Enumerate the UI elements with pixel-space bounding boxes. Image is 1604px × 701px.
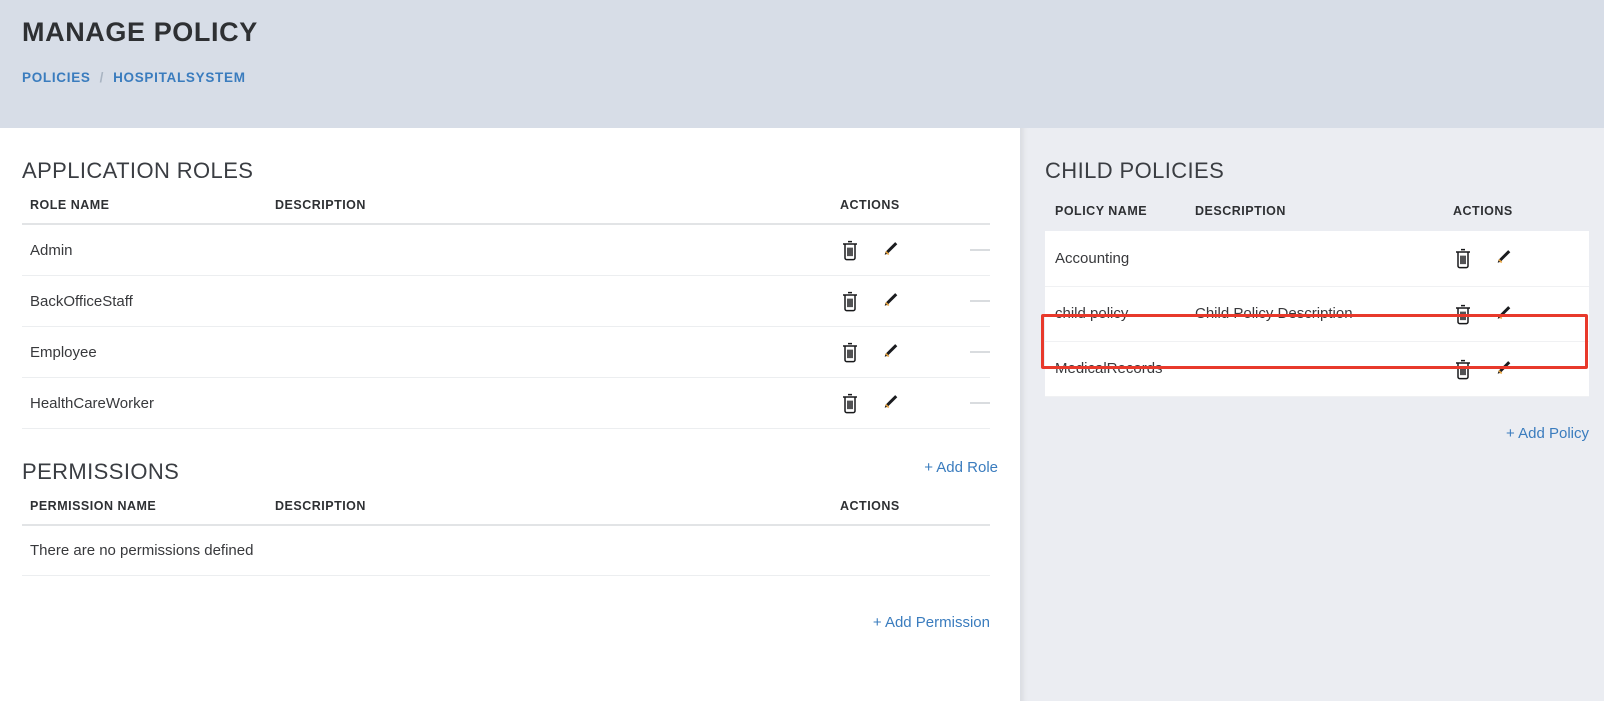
column-header-actions: ACTIONS bbox=[1453, 204, 1513, 218]
table-header-row: ROLE NAME DESCRIPTION ACTIONS bbox=[22, 198, 990, 225]
column-header-actions: ACTIONS bbox=[832, 198, 962, 225]
role-actions-cell bbox=[832, 377, 962, 429]
role-description-cell bbox=[267, 224, 832, 276]
add-permission-row: + Add Permission bbox=[22, 614, 990, 632]
column-header-permission-name: PERMISSION NAME bbox=[22, 499, 267, 526]
breadcrumb-link-hospitalsystem[interactable]: HOSPITALSYSTEM bbox=[113, 70, 246, 85]
trash-icon[interactable] bbox=[1453, 247, 1473, 269]
pencil-icon[interactable] bbox=[1493, 303, 1513, 325]
pencil-icon[interactable] bbox=[880, 239, 900, 261]
column-header-role-name: ROLE NAME bbox=[22, 198, 267, 225]
content-area: APPLICATION ROLES ROLE NAME DESCRIPTION … bbox=[0, 128, 1604, 701]
pencil-icon[interactable] bbox=[1493, 247, 1513, 269]
column-header-actions: ACTIONS bbox=[832, 499, 962, 526]
application-roles-heading: APPLICATION ROLES bbox=[22, 158, 254, 183]
page-title: MANAGE POLICY bbox=[22, 17, 258, 47]
child-policies-table: POLICY NAME DESCRIPTION ACTIONS Accounti… bbox=[1045, 204, 1589, 397]
trash-icon[interactable] bbox=[840, 239, 860, 261]
column-header-description: DESCRIPTION bbox=[267, 198, 832, 225]
breadcrumb: POLICIES / HOSPITALSYSTEM bbox=[22, 70, 1604, 85]
column-header-policy-name: POLICY NAME bbox=[1055, 204, 1148, 218]
policy-name-cell: Accounting bbox=[1045, 231, 1185, 287]
table-row: Admin bbox=[22, 224, 990, 276]
pencil-icon[interactable] bbox=[880, 341, 900, 363]
column-header-description: DESCRIPTION bbox=[267, 499, 832, 526]
policy-description-cell bbox=[1185, 231, 1443, 287]
row-tail-marker bbox=[962, 275, 990, 327]
column-header-spacer bbox=[962, 198, 990, 225]
table-row: HealthCareWorker bbox=[22, 377, 990, 429]
policy-actions-cell bbox=[1443, 341, 1589, 397]
page-header: MANAGE POLICY POLICIES / HOSPITALSYSTEM bbox=[0, 0, 1604, 128]
trash-icon[interactable] bbox=[1453, 358, 1473, 380]
role-name-cell: Employee bbox=[22, 326, 267, 378]
table-row: Employee bbox=[22, 326, 990, 378]
policy-name-cell: MedicalRecords bbox=[1045, 341, 1185, 397]
role-name-cell: BackOfficeStaff bbox=[22, 275, 267, 327]
role-actions-cell bbox=[832, 326, 962, 378]
pencil-icon[interactable] bbox=[1493, 358, 1513, 380]
left-panel: APPLICATION ROLES ROLE NAME DESCRIPTION … bbox=[0, 128, 1020, 701]
child-policies-heading: CHILD POLICIES bbox=[1045, 158, 1225, 183]
role-description-cell bbox=[267, 377, 832, 429]
pencil-icon[interactable] bbox=[880, 392, 900, 414]
column-header-description: DESCRIPTION bbox=[1195, 204, 1286, 218]
table-header-row: POLICY NAME DESCRIPTION ACTIONS bbox=[1045, 204, 1589, 231]
table-row-highlighted: child policy Child Policy Description bbox=[1045, 286, 1589, 342]
row-tail-marker bbox=[962, 224, 990, 276]
column-header-spacer bbox=[962, 499, 990, 526]
policy-description-cell bbox=[1185, 341, 1443, 397]
row-tail-marker bbox=[962, 377, 990, 429]
breadcrumb-separator: / bbox=[99, 69, 105, 85]
permissions-table: PERMISSION NAME DESCRIPTION ACTIONS Ther… bbox=[22, 499, 990, 576]
add-permission-button[interactable]: + Add Permission bbox=[873, 614, 990, 631]
add-policy-button[interactable]: + Add Policy bbox=[1506, 425, 1589, 442]
role-actions-cell bbox=[832, 224, 962, 276]
table-header-row: PERMISSION NAME DESCRIPTION ACTIONS bbox=[22, 499, 990, 526]
trash-icon[interactable] bbox=[840, 290, 860, 312]
role-name-cell: HealthCareWorker bbox=[22, 377, 267, 429]
table-row: Accounting bbox=[1045, 231, 1589, 287]
table-row: BackOfficeStaff bbox=[22, 275, 990, 327]
breadcrumb-link-policies[interactable]: POLICIES bbox=[22, 70, 91, 85]
policy-actions-cell bbox=[1443, 286, 1589, 342]
permissions-empty-message: There are no permissions defined bbox=[22, 525, 990, 576]
child-policies-panel: CHILD POLICIES POLICY NAME DESCRIPTION A… bbox=[1020, 128, 1604, 701]
trash-icon[interactable] bbox=[840, 341, 860, 363]
role-description-cell bbox=[267, 275, 832, 327]
row-tail-marker bbox=[962, 326, 990, 378]
add-role-button[interactable]: + Add Role bbox=[924, 459, 998, 476]
trash-icon[interactable] bbox=[840, 392, 860, 414]
policy-name-cell: child policy bbox=[1045, 286, 1185, 342]
role-actions-cell bbox=[832, 275, 962, 327]
add-policy-row: + Add Policy bbox=[1045, 425, 1589, 443]
policy-actions-cell bbox=[1443, 231, 1589, 287]
policy-description-cell: Child Policy Description bbox=[1185, 286, 1443, 342]
pencil-icon[interactable] bbox=[880, 290, 900, 312]
empty-state-row: There are no permissions defined bbox=[22, 525, 990, 576]
role-description-cell bbox=[267, 326, 832, 378]
table-row: MedicalRecords bbox=[1045, 341, 1589, 397]
role-name-cell: Admin bbox=[22, 224, 267, 276]
trash-icon[interactable] bbox=[1453, 303, 1473, 325]
application-roles-table: ROLE NAME DESCRIPTION ACTIONS Admin Back… bbox=[22, 198, 990, 429]
